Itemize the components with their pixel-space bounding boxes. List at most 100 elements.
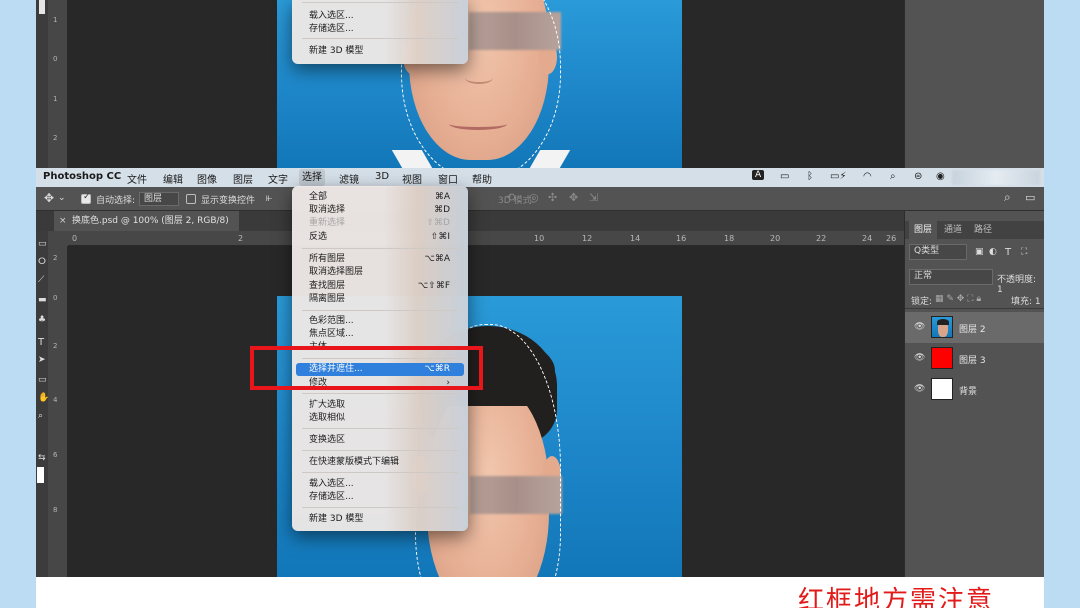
siri-icon[interactable]: ◉ — [936, 171, 945, 182]
chevron-down-icon[interactable]: ⌄ — [58, 193, 66, 203]
3d-roll-icon[interactable]: ◎ — [529, 191, 539, 204]
bluetooth-icon[interactable]: ᛒ — [807, 171, 813, 182]
menu-item-load-selection[interactable]: 载入选区... — [296, 478, 464, 491]
menu-3d[interactable]: 3D — [375, 171, 389, 182]
menu-item-new-3d-model[interactable]: 新建 3D 模型 — [296, 45, 464, 58]
app-menu[interactable]: Photoshop CC — [43, 171, 121, 182]
ruler-label: 0 — [72, 234, 78, 243]
layer-filter-dropdown[interactable]: Q类型 — [909, 244, 967, 260]
3d-rotate-icon[interactable]: ⟲ — [506, 191, 515, 204]
layer-name: 图层 2 — [959, 325, 986, 335]
menu-item-all[interactable]: 全部 ⌘A — [296, 191, 464, 204]
menu-item-focus-area[interactable]: 焦点区域... — [296, 328, 464, 341]
menu-item-find-layers[interactable]: 查找图层 ⌥⇧⌘F — [296, 280, 464, 293]
layer-name: 图层 3 — [959, 356, 986, 366]
tool-icon[interactable] — [39, 0, 45, 14]
type-filter-icon[interactable]: T — [1005, 247, 1011, 258]
menu-view[interactable]: 视图 — [402, 171, 422, 186]
adjust-filter-icon[interactable]: ◐ — [989, 247, 997, 257]
red-highlight-box — [250, 346, 483, 390]
blurred-eyes — [470, 476, 562, 514]
menu-file[interactable]: 文件 — [127, 171, 147, 186]
show-transform-checkbox[interactable] — [186, 194, 196, 204]
3d-drag-icon[interactable]: ✣ — [548, 191, 557, 204]
menu-item-inverse[interactable]: 反选 ⇧⌘I — [296, 231, 464, 244]
3d-scale-icon[interactable]: ⇲ — [589, 191, 598, 204]
fill-label[interactable]: 填充: 1 — [1011, 294, 1041, 307]
menu-edit[interactable]: 编辑 — [163, 171, 183, 186]
lock-label: 锁定: — [911, 297, 933, 307]
menu-item-new-3d-model[interactable]: 新建 3D 模型 — [296, 513, 464, 526]
shape-tool-icon[interactable]: ▭ — [38, 375, 47, 385]
tab-channels[interactable]: 通道 — [939, 221, 967, 239]
stamp-tool-icon[interactable]: ♣ — [38, 315, 46, 325]
eye-icon[interactable]: 👁︎ — [914, 384, 925, 394]
right-panel-top — [904, 0, 1044, 168]
menu-item-color-range[interactable]: 色彩范围... — [296, 315, 464, 328]
search-icon[interactable]: ⌕ — [1004, 190, 1011, 205]
crop-tool-icon[interactable]: ⟋ — [38, 275, 44, 285]
shape-filter-icon[interactable]: ⛶ — [1021, 247, 1027, 257]
menu-item-deselect-layers[interactable]: 取消选择图层 — [296, 266, 464, 279]
lock-icons[interactable]: ▦ ✎ ✥ ⛶ 🔒︎ — [935, 294, 981, 304]
brush-tool-icon[interactable]: ▬ — [38, 295, 47, 305]
document-tab[interactable]: × 换底色.psd @ 100% (图层 2, RGB/8) — [54, 211, 239, 231]
control-center-icon[interactable]: ⊜ — [914, 171, 922, 182]
eye-icon[interactable]: 👁︎ — [914, 353, 925, 363]
menu-item-save-selection[interactable]: 存储选区... — [296, 491, 464, 504]
menu-filter[interactable]: 滤镜 — [339, 171, 359, 186]
ruler-label: 4 — [53, 396, 58, 404]
menu-image[interactable]: 图像 — [197, 171, 217, 186]
menu-item-save-selection[interactable]: 存储选区... — [296, 23, 464, 36]
close-icon[interactable]: × — [59, 211, 67, 231]
image-filter-icon[interactable]: ▣ — [975, 247, 984, 257]
tab-paths[interactable]: 路径 — [969, 221, 997, 239]
layer-row[interactable]: 👁︎ 图层 3 — [905, 343, 1044, 374]
menu-item-similar[interactable]: 选取相似 — [296, 412, 464, 425]
align-left-icon[interactable]: ⫦ — [266, 191, 272, 205]
lasso-tool-icon[interactable]: ⵔ — [38, 257, 46, 267]
menu-item-reselect[interactable]: 重新选择 ⇧⌘D — [296, 217, 464, 230]
tab-layers[interactable]: 图层 — [909, 221, 938, 239]
menu-layer[interactable]: 图层 — [233, 171, 253, 186]
menu-select[interactable]: 选择 — [299, 169, 325, 186]
menu-item-isolate-layers[interactable]: 隔离图层 — [296, 293, 464, 306]
menu-help[interactable]: 帮助 — [472, 171, 492, 186]
text-input-icon[interactable]: A — [752, 170, 765, 180]
menu-item-load-selection[interactable]: 载入选区... — [296, 10, 464, 23]
menu-item-transform-selection[interactable]: 变换选区 — [296, 434, 464, 447]
menu-item-all-layers[interactable]: 所有图层 ⌥⌘A — [296, 253, 464, 266]
options-bar: ✥ ⌄ 自动选择: 图层 显示变换控件 ⫦ 3D 模式: ⟲ ◎ ✣ ✥ ⇲ ⌕… — [36, 187, 1044, 211]
menu-window[interactable]: 窗口 — [438, 171, 458, 186]
menu-item-quick-mask[interactable]: 在快速蒙版模式下编辑 — [296, 456, 464, 469]
search-icon[interactable]: ⌕ — [890, 171, 896, 182]
ruler-origin[interactable] — [48, 231, 68, 246]
ruler-label: 1 — [53, 95, 58, 103]
eye-icon[interactable]: 👁︎ — [914, 322, 925, 332]
path-select-icon[interactable]: ➤ — [38, 355, 46, 365]
menu-item-grow[interactable]: 扩大选取 — [296, 399, 464, 412]
layer-row[interactable]: 👁︎ 图层 2 — [905, 312, 1044, 343]
color-swatch[interactable] — [37, 467, 44, 483]
layer-row[interactable]: 👁︎ 背景 — [905, 374, 1044, 405]
tools-panel: ▭ ⵔ ⟋ ▬ ♣ T ➤ ▭ ✋ ⌕ ⇆ — [36, 231, 49, 581]
ruler-label: 2 — [53, 254, 58, 262]
screen-mirror-icon[interactable]: ▭ — [780, 171, 789, 182]
3d-slide-icon[interactable]: ✥ — [569, 191, 578, 204]
swap-colors-icon[interactable]: ⇆ — [38, 453, 46, 463]
zoom-tool-icon[interactable]: ⌕ — [38, 411, 43, 421]
type-tool-icon[interactable]: T — [38, 337, 44, 348]
workspace-icon[interactable]: ▭ — [1025, 191, 1035, 204]
auto-select-target-dropdown[interactable]: 图层 — [139, 192, 179, 206]
menu-type[interactable]: 文字 — [268, 171, 288, 186]
select-menu-top-partial: 载入选区... 存储选区... 新建 3D 模型 — [292, 0, 468, 64]
move-tool-icon[interactable]: ✥ — [44, 191, 54, 205]
auto-select-checkbox[interactable] — [81, 192, 91, 204]
menu-item-deselect[interactable]: 取消选择 ⌘D — [296, 204, 464, 217]
opacity-label[interactable]: 不透明度: 1 — [997, 272, 1044, 295]
battery-icon[interactable]: ▭⚡ — [830, 171, 846, 182]
marquee-tool-icon[interactable]: ▭ — [38, 239, 47, 249]
blend-mode-dropdown[interactable]: 正常 — [909, 269, 993, 285]
wifi-icon[interactable]: ◠ — [863, 171, 872, 182]
nose — [465, 72, 493, 84]
